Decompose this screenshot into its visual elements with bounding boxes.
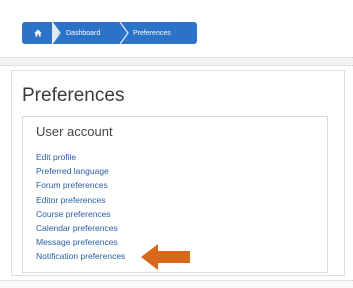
link-preferred-language[interactable]: Preferred language (36, 164, 125, 178)
divider-band (0, 57, 353, 66)
link-notification-preferences[interactable]: Notification preferences (36, 249, 125, 263)
link-message-preferences[interactable]: Message preferences (36, 235, 125, 249)
link-editor-preferences[interactable]: Editor preferences (36, 193, 125, 207)
left-arrow-icon (141, 244, 190, 270)
page-title: Preferences (22, 85, 125, 106)
link-calendar-preferences[interactable]: Calendar preferences (36, 221, 125, 235)
bottom-divider (0, 280, 353, 288)
user-account-links: Edit profile Preferred language Forum pr… (36, 150, 125, 264)
link-forum-preferences[interactable]: Forum preferences (36, 178, 125, 192)
link-edit-profile[interactable]: Edit profile (36, 150, 125, 164)
link-course-preferences[interactable]: Course preferences (36, 207, 125, 221)
breadcrumb-separator (51, 22, 59, 44)
user-account-heading: User account (36, 124, 113, 139)
